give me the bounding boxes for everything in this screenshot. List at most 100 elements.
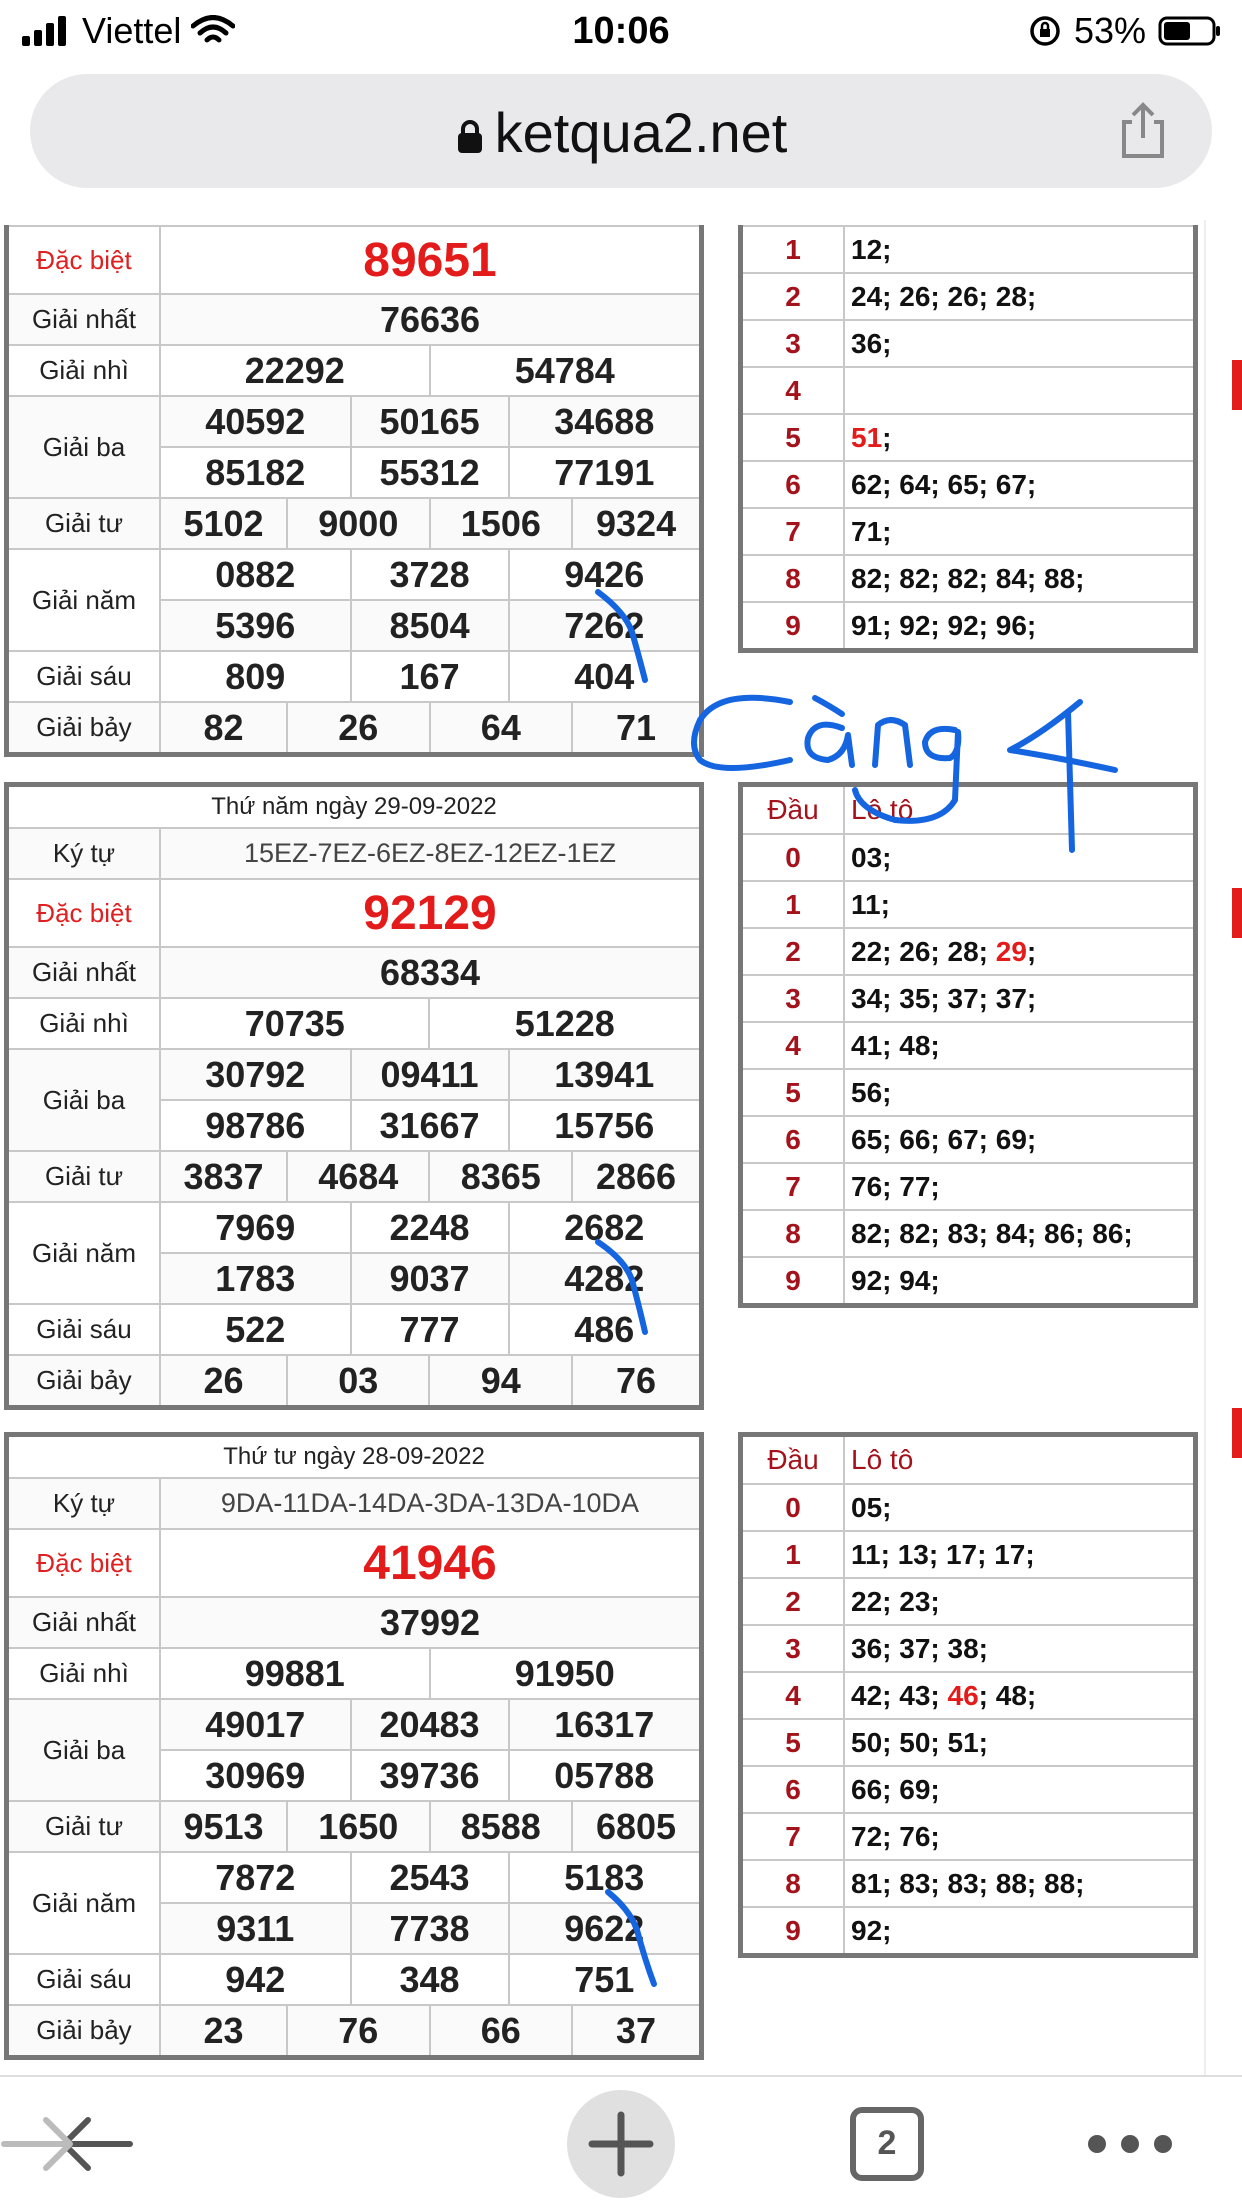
rotation-lock-icon — [1030, 16, 1060, 46]
dau-digit: 3 — [739, 974, 845, 1023]
ink-stroke — [804, 721, 855, 768]
loto-values: 51; — [843, 413, 1197, 462]
prize-value: 1650 — [286, 1800, 431, 1853]
label-giai-tu: Giải tư — [5, 1800, 161, 1853]
giai-nhat-value: 37992 — [159, 1596, 703, 1649]
label-giai-tu: Giải tư — [5, 1150, 161, 1203]
more-menu-button[interactable] — [1070, 2077, 1190, 2210]
dau-digit: 4 — [739, 1021, 845, 1070]
loto-values: 11; 13; 17; 17; — [843, 1530, 1197, 1579]
prize-value: 8365 — [428, 1150, 573, 1203]
result-table-3: Thứ tư ngày 28-09-2022 Ký tự 9DA-11DA-14D… — [4, 1432, 704, 2060]
new-tab-button[interactable] — [566, 2077, 676, 2210]
prize-value: 7738 — [349, 1902, 510, 1955]
label-giai-ba: Giải ba — [5, 395, 161, 499]
dac-biet-value: 89651 — [159, 225, 703, 295]
label-dac-biet: Đặc biệt — [5, 878, 161, 948]
prize-value: 486 — [507, 1303, 703, 1356]
loto-row: 7 71; — [739, 507, 1197, 556]
dau-digit: 6 — [739, 1115, 845, 1164]
dau-digit: 3 — [739, 1624, 845, 1673]
loto-highlight: 51 — [851, 421, 883, 453]
header-loto: Lô tô — [843, 1433, 1197, 1485]
tabs-button[interactable]: 2 — [832, 2077, 942, 2210]
loto-text: 42; 43; — [851, 1679, 948, 1711]
dau-digit: 8 — [739, 1859, 845, 1908]
dau-digit: 2 — [739, 927, 845, 976]
giai-nhat-value: 76636 — [159, 293, 703, 346]
prize-value: 50165 — [349, 395, 510, 448]
loto-table-1: 1 12; 2 24; 26; 26; 28; 3 36; 4 5 51; 6 62; 64; 65… — [738, 225, 1198, 653]
label-giai-nam: Giải năm — [5, 548, 161, 652]
battery-icon — [1158, 16, 1220, 46]
prize-value: 0882 — [159, 548, 352, 601]
loto-row: 9 92; — [739, 1906, 1197, 1957]
adjacent-column-edge — [1204, 220, 1242, 2075]
loto-row: 8 82; 82; 83; 84; 86; 86; — [739, 1209, 1197, 1258]
dau-digit: 9 — [739, 1256, 845, 1307]
status-bar: Viettel 10:06 53% — [0, 0, 1242, 62]
loto-values: 65; 66; 67; 69; — [843, 1115, 1197, 1164]
prize-value: 13941 — [507, 1048, 703, 1101]
loto-row: 4 — [739, 366, 1197, 415]
red-marker — [1232, 1408, 1242, 1458]
label-giai-nhat: Giải nhất — [5, 293, 161, 346]
loto-values: 92; — [843, 1906, 1197, 1957]
dau-digit: 2 — [739, 272, 845, 321]
prize-value: 70735 — [158, 997, 431, 1050]
forward-button[interactable] — [0, 2077, 78, 2210]
prize-value: 7262 — [507, 599, 703, 652]
loto-row: 6 65; 66; 67; 69; — [739, 1115, 1197, 1164]
loto-row: 2 22; 26; 28; 29; — [739, 927, 1197, 976]
label-dac-biet: Đặc biệt — [5, 225, 161, 295]
loto-values: 41; 48; — [843, 1021, 1197, 1070]
prize-value: 522 — [159, 1303, 352, 1356]
loto-highlight: 29 — [995, 935, 1027, 967]
loto-row: 0 03; — [739, 833, 1197, 882]
battery-percent: 53% — [1073, 10, 1146, 51]
address-bar[interactable]: ketqua2.net — [30, 74, 1212, 188]
loto-values: 71; — [843, 507, 1197, 556]
dac-biet-value: 41946 — [159, 1528, 703, 1598]
result-table-1: Đặc biệt 89651 Giải nhất 76636 Giải nhì 222… — [4, 225, 704, 757]
ink-stroke — [691, 694, 793, 771]
dau-digit: 1 — [739, 225, 845, 274]
giai-nhat-value: 68334 — [159, 946, 703, 999]
dau-digit: 9 — [739, 1906, 845, 1957]
prize-value: 85182 — [159, 446, 352, 499]
prize-value: 9311 — [159, 1902, 352, 1955]
prize-value: 9000 — [286, 497, 431, 550]
loto-row: 9 91; 92; 92; 96; — [739, 601, 1197, 652]
loto-values: 24; 26; 26; 28; — [843, 272, 1197, 321]
prize-value: 22292 — [159, 344, 431, 397]
prize-value: 76 — [571, 1354, 703, 1409]
prize-value: 51228 — [428, 997, 703, 1050]
loto-row: 3 36; 37; 38; — [739, 1624, 1197, 1673]
label-ky-tu: Ký tự — [5, 1477, 161, 1530]
loto-values: 34; 35; 37; 37; — [843, 974, 1197, 1023]
loto-row: 9 92; 94; — [739, 1256, 1197, 1307]
label-giai-nhi: Giải nhì — [5, 1647, 161, 1700]
prize-value: 4282 — [507, 1252, 703, 1305]
prize-value: 26 — [158, 1354, 289, 1409]
red-marker — [1232, 888, 1242, 938]
loto-row: 8 82; 82; 82; 84; 88; — [739, 554, 1197, 603]
url-text: ketqua2.net — [494, 101, 788, 164]
prize-value: 23 — [158, 2004, 289, 2059]
prize-value: 99881 — [159, 1647, 431, 1700]
loto-values: 36; 37; 38; — [843, 1624, 1197, 1673]
label-giai-ba: Giải ba — [5, 1048, 161, 1152]
dau-digit: 5 — [739, 413, 845, 462]
prize-value: 20483 — [349, 1698, 510, 1751]
arrow-right-icon — [1, 2116, 73, 2171]
loto-values: 56; — [843, 1068, 1197, 1117]
dau-digit: 8 — [739, 554, 845, 603]
loto-values: 76; 77; — [843, 1162, 1197, 1211]
loto-row: 1 11; — [739, 880, 1197, 929]
prize-value: 71 — [571, 701, 703, 756]
loto-values: 81; 83; 83; 88; 88; — [843, 1859, 1197, 1908]
share-icon[interactable] — [1116, 102, 1170, 160]
prize-value: 7872 — [159, 1851, 352, 1904]
loto-values: 12; — [843, 225, 1197, 274]
loto-values: 72; 76; — [843, 1812, 1197, 1861]
